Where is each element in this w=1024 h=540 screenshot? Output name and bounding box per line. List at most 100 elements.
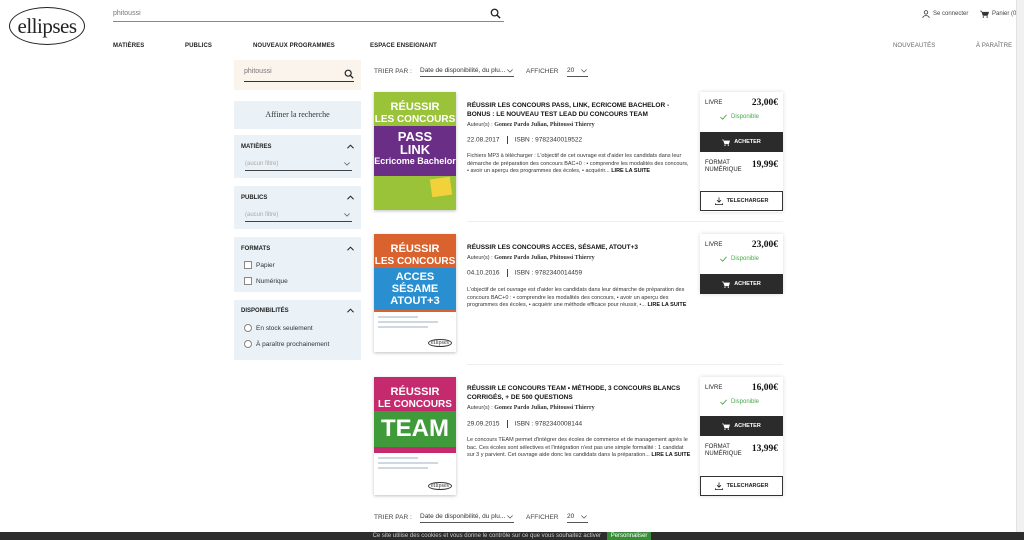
account-link[interactable]: Se connecter <box>922 10 968 18</box>
sort-select[interactable]: Date de disponibilité, du plu... <box>420 511 514 523</box>
cover-line <box>378 321 438 323</box>
search-icon[interactable] <box>344 69 354 79</box>
sidebar-search-input[interactable]: phitoussi <box>244 68 354 82</box>
nav-nouveautes[interactable]: NOUVEAUTÉS <box>893 43 935 49</box>
download-label: TELECHARGER <box>726 483 769 489</box>
read-more-link[interactable]: LIRE LA SUITE <box>647 302 686 308</box>
filter-disponibilites-title[interactable]: DISPONIBILITÉS <box>241 308 289 314</box>
ellipses-logo[interactable]: ellipses <box>9 7 85 45</box>
filter-publics: PUBLICS (aucun filtre) <box>234 186 361 229</box>
dispo-en-stock-label: En stock seulement <box>256 324 313 332</box>
cover-tag-line: ACCES <box>395 271 435 283</box>
cart-link[interactable]: Panier (0) <box>980 10 1018 18</box>
cover-tag-line: SÉSAME <box>391 283 439 295</box>
cover-concours: LE CONCOURS <box>378 399 452 410</box>
show-select[interactable]: 20 <box>567 511 588 523</box>
show-select[interactable]: 20 <box>567 65 588 77</box>
nav-espace-enseignant[interactable]: ESPACE ENSEIGNANT <box>370 43 437 49</box>
download-icon <box>714 197 723 205</box>
product-date: 29.09.2015 <box>467 420 500 428</box>
buy-button[interactable]: ACHETER <box>700 416 783 436</box>
buy-button[interactable]: ACHETER <box>700 132 783 152</box>
chevron-down-icon <box>581 69 587 73</box>
search-icon[interactable] <box>490 8 501 19</box>
product-title[interactable]: RÉUSSIR LES CONCOURS ACCES, SÉSAME, ATOU… <box>467 243 691 252</box>
filter-publics-title[interactable]: PUBLICS <box>241 195 267 201</box>
download-button[interactable]: TELECHARGER <box>700 476 783 496</box>
nav-a-paraitre[interactable]: À PARAÎTRE <box>976 43 1012 49</box>
chevron-up-icon[interactable] <box>347 246 354 251</box>
authors-names[interactable]: Gomez Pardo Julian, Phitoussi Thierry <box>494 255 594 261</box>
cover-bottom <box>374 176 456 210</box>
read-more-link[interactable]: LIRE LA SUITE <box>611 168 650 174</box>
nav-nouveaux-programmes[interactable]: NOUVEAUX PROGRAMMES <box>253 43 335 49</box>
top-search-value: phitoussi <box>113 10 141 17</box>
cover-tag: ACCES SÉSAME ATOUT+3 <box>374 268 456 310</box>
cover-tag: PASS LINK Ecricome Bachelor <box>374 126 456 176</box>
filter-formats: FORMATS Papier Numérique <box>234 237 361 292</box>
authors-names[interactable]: Gomez Pardo Julian, Phitoussi Thierry <box>494 405 594 411</box>
publics-select[interactable]: (aucun filtre) <box>245 210 352 222</box>
livre-price: 23,00€ <box>751 240 778 250</box>
book-cover[interactable]: RÉUSSIR LES CONCOURS PASS LINK Ecricome … <box>374 92 456 210</box>
format-livre-label: LIVRE <box>705 385 723 391</box>
check-icon <box>720 399 727 405</box>
buy-box: LIVRE 23,00€ Disponible ACHETER <box>700 234 783 294</box>
format-numerique-label: Numérique <box>256 277 288 285</box>
matieres-select-value: (aucun filtre) <box>245 161 279 167</box>
read-more-link[interactable]: LIRE LA SUITE <box>651 452 690 458</box>
product-date: 04.10.2016 <box>467 269 500 277</box>
cover-tag-line: ATOUT+3 <box>390 295 440 307</box>
chevron-down-icon <box>507 69 513 73</box>
account-label: Se connecter <box>933 11 969 17</box>
sort-select[interactable]: Date de disponibilité, du plu... <box>420 65 514 77</box>
dispo-en-stock-radio[interactable]: En stock seulement <box>244 324 313 332</box>
nav-publics[interactable]: PUBLICS <box>185 43 212 49</box>
book-cover[interactable]: RÉUSSIR LES CONCOURS ACCES SÉSAME ATOUT+… <box>374 234 456 352</box>
authors-names[interactable]: Gomez Pardo Julian, Phitoussi Thierry <box>494 122 594 128</box>
filter-formats-title[interactable]: FORMATS <box>241 246 270 252</box>
product-meta: 22.08.2017 ISBN : 9782340019522 <box>467 136 582 144</box>
livre-price: 23,00€ <box>751 98 778 108</box>
format-papier-checkbox[interactable]: Papier <box>244 261 275 269</box>
product-title[interactable]: RÉUSSIR LES CONCOURS PASS, LINK, ECRICOM… <box>467 101 691 119</box>
product-meta: 04.10.2016 ISBN : 9782340014459 <box>467 269 582 277</box>
radio-circle[interactable] <box>244 324 252 332</box>
matieres-select[interactable]: (aucun filtre) <box>245 159 352 171</box>
chevron-down-icon <box>344 162 350 166</box>
format-numerique-checkbox[interactable]: Numérique <box>244 277 288 285</box>
authors-prefix: Auteur(s) : <box>467 122 493 128</box>
buy-button[interactable]: ACHETER <box>700 274 783 294</box>
availability-status: Disponible <box>720 399 759 405</box>
cover-reussir: RÉUSSIR <box>390 243 440 255</box>
checkbox-box[interactable] <box>244 277 252 285</box>
product-isbn: ISBN : 9782340019522 <box>514 136 583 144</box>
cover-line <box>378 326 428 328</box>
chevron-up-icon[interactable] <box>347 144 354 149</box>
cart-icon <box>722 281 731 288</box>
nav-matieres[interactable]: MATIÈRES <box>113 43 144 49</box>
product-title[interactable]: RÉUSSIR LE CONCOURS TEAM • MÉTHODE, 3 CO… <box>467 384 691 402</box>
scrollbar[interactable] <box>1016 0 1024 540</box>
filter-matieres-title[interactable]: MATIÈRES <box>241 144 272 150</box>
chevron-down-icon <box>581 515 587 519</box>
dispo-a-paraitre-radio[interactable]: À paraître prochainement <box>244 340 329 348</box>
show-select-value: 20 <box>567 513 575 520</box>
book-cover[interactable]: RÉUSSIR LE CONCOURS TEAM ellipses <box>374 377 456 495</box>
checkbox-box[interactable] <box>244 261 252 269</box>
buy-label: ACHETER <box>734 139 761 145</box>
radio-circle[interactable] <box>244 340 252 348</box>
cookie-customize-button[interactable]: Personnaliser <box>606 532 652 540</box>
availability-text: Disponible <box>731 399 760 405</box>
publics-select-value: (aucun filtre) <box>245 212 279 218</box>
chevron-down-icon <box>507 515 513 519</box>
sort-toolbar-bottom: TRIER PAR : Date de disponibilité, du pl… <box>374 511 614 526</box>
chevron-up-icon[interactable] <box>347 308 354 313</box>
chevron-up-icon[interactable] <box>347 195 354 200</box>
top-search-input[interactable]: phitoussi <box>113 6 504 22</box>
cover-concours: LES CONCOURS <box>374 114 456 125</box>
cover-concours: LES CONCOURS <box>374 256 456 267</box>
chevron-down-icon <box>344 213 350 217</box>
download-button[interactable]: TELECHARGER <box>700 191 783 211</box>
cover-line <box>378 467 428 469</box>
